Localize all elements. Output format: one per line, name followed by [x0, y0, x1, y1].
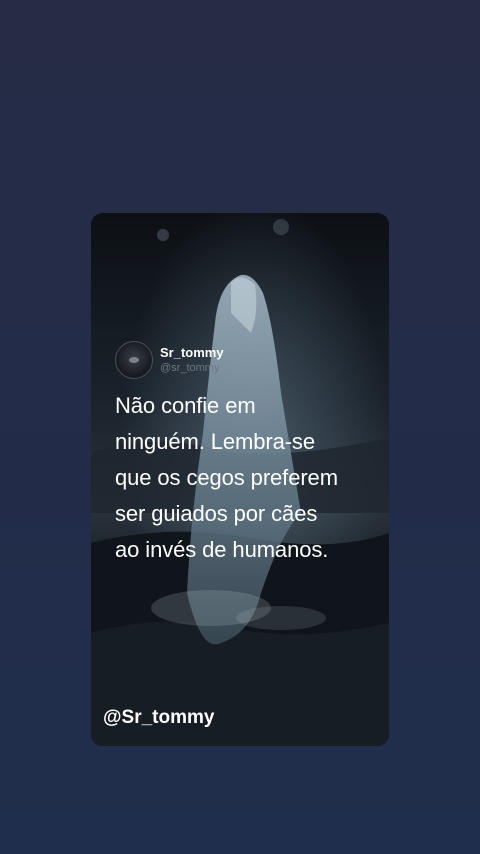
author-info: Sr_tommy @sr_tommy — [160, 345, 224, 374]
post-card: Sr_tommy @sr_tommy Não confie em ninguém… — [91, 213, 389, 746]
avatar-icon — [129, 357, 139, 363]
handle[interactable]: @sr_tommy — [160, 362, 224, 374]
quote-line: ser guiados por cães — [115, 501, 318, 526]
post-header: Sr_tommy @sr_tommy — [115, 340, 224, 380]
quote-line: ao invés de humanos. — [115, 537, 329, 562]
quote-line: ninguém. Lembra-se — [115, 429, 315, 454]
quote-line: Não confie em — [115, 393, 256, 418]
quote-text: Não confie em ninguém. Lembra-se que os … — [115, 388, 377, 568]
watermark: @Sr_tommy — [103, 707, 215, 728]
display-name[interactable]: Sr_tommy — [160, 345, 224, 360]
quote-line: que os cegos preferem — [115, 465, 338, 490]
avatar[interactable] — [115, 341, 153, 379]
